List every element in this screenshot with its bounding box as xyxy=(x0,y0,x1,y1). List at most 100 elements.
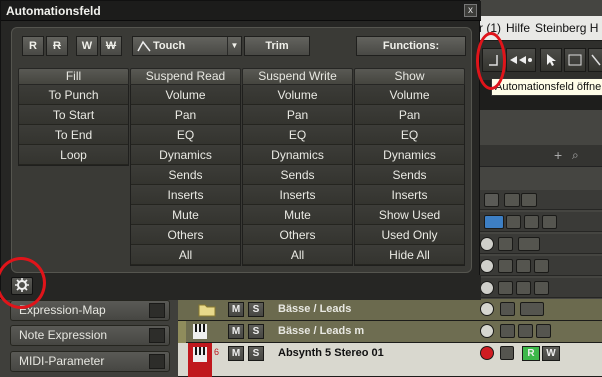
suspend-write-others[interactable]: Others xyxy=(243,225,352,245)
mute-button[interactable]: M xyxy=(228,324,244,339)
suspend-write-inserts[interactable]: Inserts xyxy=(243,185,352,205)
trim-button[interactable]: Trim xyxy=(244,36,310,56)
track-toggle-active[interactable] xyxy=(484,215,504,229)
read-button[interactable] xyxy=(504,193,520,207)
menu-item-help[interactable]: Hilfe xyxy=(506,21,530,35)
solo-button[interactable]: S xyxy=(248,324,264,339)
track-control[interactable] xyxy=(518,324,533,338)
inspector-section-midi-parameter[interactable]: MIDI-Parameter xyxy=(10,351,170,372)
keyboard-icon xyxy=(193,324,207,339)
track-list: M S Bässe / Leads M S Bässe / Leads m 6 … xyxy=(178,299,602,377)
track-control[interactable] xyxy=(534,281,549,295)
mute-button[interactable]: M xyxy=(228,346,244,361)
suspend-write-all[interactable]: All xyxy=(243,245,352,265)
object-selection-tool[interactable] xyxy=(540,48,562,72)
track-color-strip xyxy=(178,321,186,343)
track-control[interactable] xyxy=(534,259,549,273)
menu-item-steinberg[interactable]: Steinberg H xyxy=(535,21,598,35)
suspend-write-pan[interactable]: Pan xyxy=(243,105,352,125)
suspend-read-eq[interactable]: EQ xyxy=(131,125,240,145)
suspend-write-dynamics[interactable]: Dynamics xyxy=(243,145,352,165)
track-control[interactable] xyxy=(500,324,515,338)
solo-button[interactable]: S xyxy=(248,346,264,361)
suspend-write-sends[interactable]: Sends xyxy=(243,165,352,185)
write-suspend-button[interactable]: W xyxy=(100,36,122,56)
track-control[interactable] xyxy=(516,259,531,273)
mute-button[interactable]: M xyxy=(228,302,244,317)
suspend-read-others[interactable]: Others xyxy=(131,225,240,245)
fill-to-end[interactable]: To End xyxy=(19,125,128,145)
read-suspend-button[interactable]: R xyxy=(46,36,68,56)
automation-mode-dropdown[interactable]: Touch ▼ xyxy=(132,36,242,56)
suspend-read-inserts[interactable]: Inserts xyxy=(131,185,240,205)
instrument-track[interactable]: 6 M S Absynth 5 Stereo 01 R W xyxy=(178,343,602,377)
track-control[interactable] xyxy=(536,324,551,338)
fill-to-start[interactable]: To Start xyxy=(19,105,128,125)
range-selection-tool[interactable] xyxy=(564,48,586,72)
track-control[interactable] xyxy=(516,281,531,295)
suspend-write-volume[interactable]: Volume xyxy=(243,85,352,105)
suspend-write-eq[interactable]: EQ xyxy=(243,125,352,145)
edit-button[interactable] xyxy=(480,302,494,316)
track-control[interactable] xyxy=(498,259,513,273)
link-icon[interactable] xyxy=(556,215,568,229)
suspend-read-all[interactable]: All xyxy=(131,245,240,265)
folder-track[interactable]: M S Bässe / Leads xyxy=(178,299,602,321)
show-volume[interactable]: Volume xyxy=(355,85,464,105)
track-toggle[interactable] xyxy=(484,193,499,207)
show-eq[interactable]: EQ xyxy=(355,125,464,145)
show-sends[interactable]: Sends xyxy=(355,165,464,185)
show-hide-all[interactable]: Hide All xyxy=(355,245,464,265)
monitor-button[interactable] xyxy=(480,237,494,251)
edit-button[interactable] xyxy=(480,281,494,295)
close-button[interactable]: x xyxy=(464,4,477,17)
show-used[interactable]: Show Used xyxy=(355,205,464,225)
track-control[interactable] xyxy=(524,215,539,229)
column-body: Volume Pan EQ Dynamics Sends Inserts Mut… xyxy=(242,85,353,266)
monitor-button[interactable] xyxy=(500,346,514,360)
track-name[interactable]: Absynth 5 Stereo 01 xyxy=(278,347,384,359)
read-all-button[interactable]: R xyxy=(22,36,44,56)
write-button[interactable]: W xyxy=(542,346,560,361)
track-control[interactable] xyxy=(506,215,521,229)
functions-button[interactable]: Functions: xyxy=(356,36,466,56)
suspend-write-mute[interactable]: Mute xyxy=(243,205,352,225)
show-dynamics[interactable]: Dynamics xyxy=(355,145,464,165)
split-tool[interactable] xyxy=(588,48,602,72)
transport-mode-button[interactable] xyxy=(506,48,536,72)
fill-loop[interactable]: Loop xyxy=(19,145,128,165)
track-control[interactable] xyxy=(498,281,513,295)
write-all-button[interactable]: W xyxy=(76,36,98,56)
record-enable-button[interactable] xyxy=(480,346,494,360)
write-button[interactable] xyxy=(521,193,537,207)
track-control[interactable] xyxy=(500,302,515,316)
suspend-read-pan[interactable]: Pan xyxy=(131,105,240,125)
add-track-icon[interactable]: + xyxy=(554,147,562,163)
track-name[interactable]: Bässe / Leads xyxy=(278,303,351,315)
show-inserts[interactable]: Inserts xyxy=(355,185,464,205)
search-icon[interactable]: ⌕ xyxy=(572,148,579,163)
edit-button[interactable] xyxy=(480,324,494,338)
track-control[interactable] xyxy=(518,237,540,251)
show-used-only[interactable]: Used Only xyxy=(355,225,464,245)
track-control[interactable] xyxy=(542,215,557,229)
suspend-read-dynamics[interactable]: Dynamics xyxy=(131,145,240,165)
suspend-read-mute[interactable]: Mute xyxy=(131,205,240,225)
fill-to-punch[interactable]: To Punch xyxy=(19,85,128,105)
midi-track[interactable]: M S Bässe / Leads m xyxy=(178,321,602,343)
suspend-read-sends[interactable]: Sends xyxy=(131,165,240,185)
track-control[interactable] xyxy=(520,302,544,316)
edit-button[interactable] xyxy=(480,259,494,273)
column-body: Volume Pan EQ Dynamics Sends Inserts Mut… xyxy=(130,85,241,266)
show-column: Show Volume Pan EQ Dynamics Sends Insert… xyxy=(354,68,465,266)
read-button[interactable]: R xyxy=(522,346,540,361)
title-bar[interactable]: Automationsfeld x xyxy=(1,1,481,21)
show-pan[interactable]: Pan xyxy=(355,105,464,125)
track-control[interactable] xyxy=(498,237,513,251)
solo-button[interactable]: S xyxy=(248,302,264,317)
tooltip: Automationsfeld öffnen xyxy=(491,78,602,96)
automation-curve-icon xyxy=(137,40,151,52)
inspector-section-note-expression[interactable]: Note Expression xyxy=(10,325,170,346)
track-name[interactable]: Bässe / Leads m xyxy=(278,325,364,337)
suspend-read-volume[interactable]: Volume xyxy=(131,85,240,105)
